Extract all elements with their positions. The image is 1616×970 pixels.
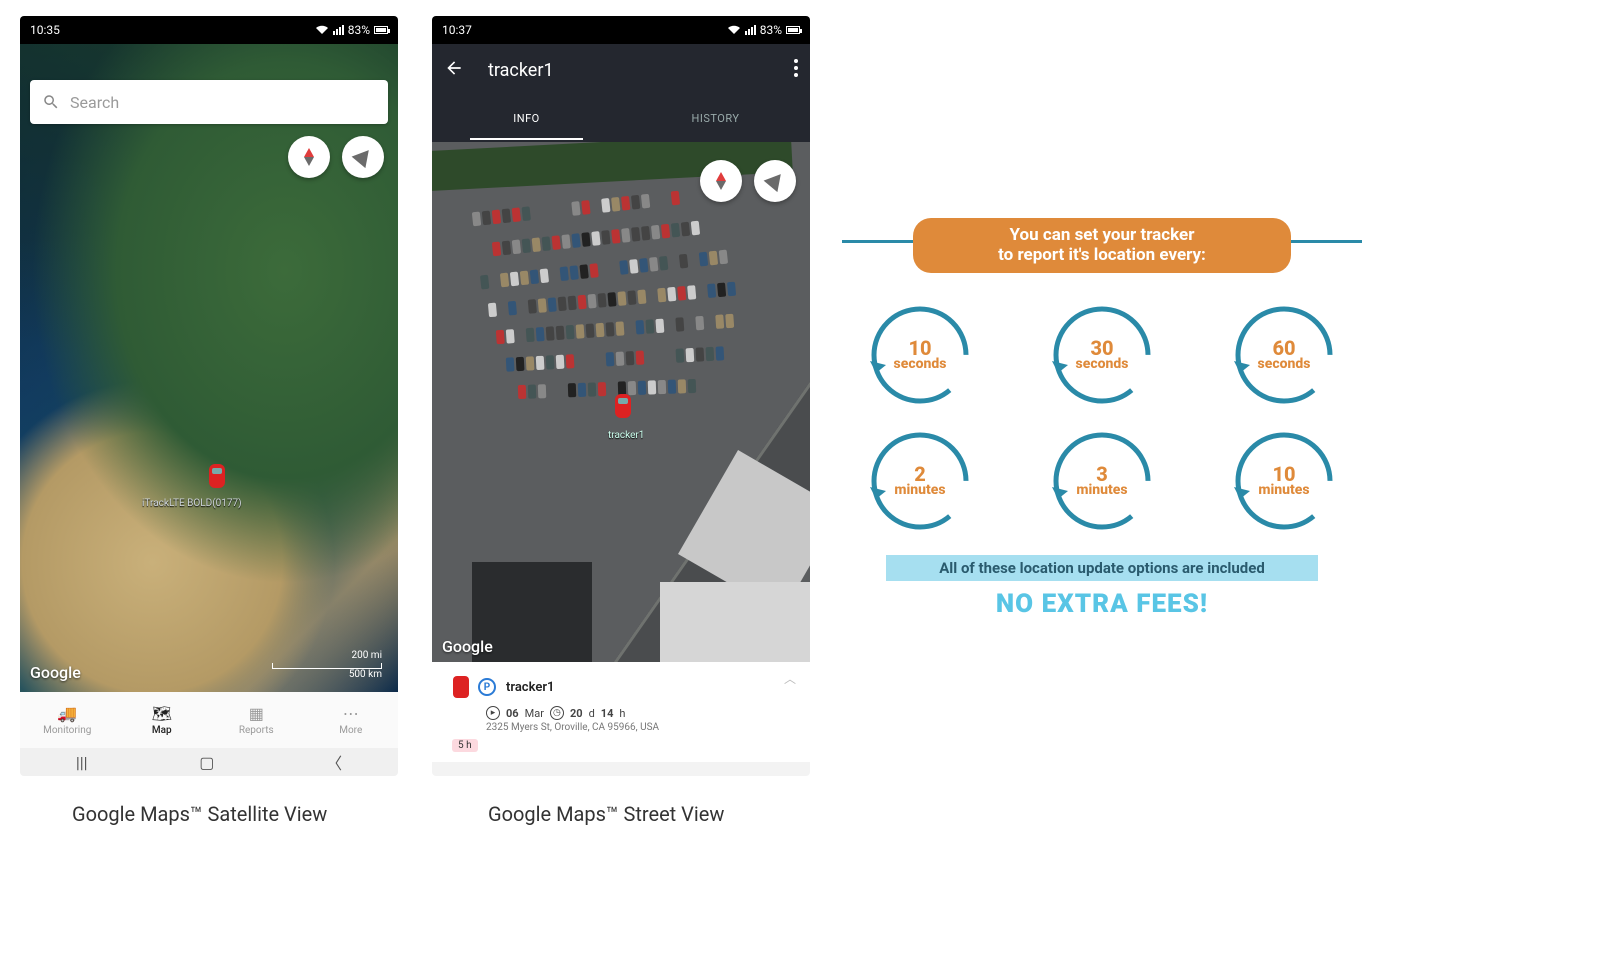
recent-button[interactable]: ||| — [76, 753, 88, 772]
car-icon — [453, 676, 469, 698]
compass-button[interactable] — [288, 136, 330, 178]
wifi-icon — [727, 25, 741, 35]
interval-option: 3minutes — [1050, 429, 1154, 533]
compass-icon — [300, 148, 318, 166]
search-placeholder: Search — [70, 93, 119, 112]
more-icon: ⋯ — [343, 704, 359, 723]
tracker-avatar — [446, 672, 476, 702]
interval-infographic: You can set your tracker to report it's … — [842, 218, 1362, 619]
signal-icon — [745, 25, 756, 35]
kebab-icon — [794, 59, 798, 77]
tracker-header: tracker1 INFO HISTORY — [432, 44, 810, 142]
interval-option: 2minutes — [868, 429, 972, 533]
tab-monitoring[interactable]: 🚚Monitoring — [20, 692, 115, 748]
interval-option: 10seconds — [868, 303, 972, 407]
tracker-marker[interactable] — [206, 464, 228, 494]
status-bar: 10:37 83% — [432, 16, 810, 44]
tab-more[interactable]: ⋯More — [304, 692, 399, 748]
tab-info[interactable]: INFO — [432, 96, 621, 140]
play-icon: ▸ — [486, 706, 500, 720]
status-bar: 10:35 83% — [20, 16, 398, 44]
locate-button[interactable] — [342, 136, 384, 178]
interval-option: 10minutes — [1232, 429, 1336, 533]
caption-street: Google Maps™ Street View — [488, 802, 724, 826]
locate-icon — [762, 168, 787, 193]
phone-street-view: 10:37 83% tracker1 INFO HISTORY — [432, 16, 810, 776]
battery-text: 83% — [760, 23, 782, 37]
signal-icon — [333, 25, 344, 35]
status-time: 10:35 — [30, 23, 60, 37]
google-logo: Google — [442, 637, 493, 656]
search-icon — [42, 93, 60, 111]
compass-button[interactable] — [700, 160, 742, 202]
battery-icon — [374, 26, 388, 34]
interval-option: 30seconds — [1050, 303, 1154, 407]
tracker-info-card[interactable]: ︿ P tracker1 ▸ 06Mar ◷ 20d 14h 2325 Myer… — [432, 662, 810, 762]
subline-bar: All of these location update options are… — [886, 555, 1318, 581]
caption-satellite: Google Maps™ Satellite View — [72, 802, 327, 826]
locate-icon — [350, 144, 375, 169]
tracker-label: iTrackLTE BOLD(0177) — [142, 498, 242, 509]
home-button[interactable]: ▢ — [199, 753, 214, 772]
interval-option: 60seconds — [1232, 303, 1336, 407]
no-extra-fees: NO EXTRA FEES! — [842, 589, 1362, 619]
back-arrow-button[interactable] — [444, 58, 464, 82]
duration-tag: 5 h — [452, 739, 478, 752]
wifi-icon — [315, 25, 329, 35]
locate-button[interactable] — [754, 160, 796, 202]
tracker-marker[interactable] — [612, 394, 634, 424]
headline-badge: You can set your tracker to report it's … — [913, 218, 1291, 273]
overflow-menu-button[interactable] — [794, 59, 798, 81]
closeup-map[interactable]: tracker1 Google — [432, 142, 810, 662]
map-scale: 200 mi 500 km — [272, 650, 382, 680]
satellite-map[interactable]: Search iTrackLTE BOLD(0177) Google 200 m… — [20, 44, 398, 692]
battery-text: 83% — [348, 23, 370, 37]
truck-icon: 🚚 — [57, 704, 77, 723]
battery-icon — [786, 26, 800, 34]
tab-reports[interactable]: ▦Reports — [209, 692, 304, 748]
tracker-label: tracker1 — [608, 430, 644, 441]
parking-badge: P — [478, 678, 496, 696]
map-icon: 🗺 — [152, 704, 172, 723]
bottom-tabs: 🚚Monitoring 🗺Map ▦Reports ⋯More — [20, 692, 398, 748]
tab-history[interactable]: HISTORY — [621, 96, 810, 140]
page-title: tracker1 — [488, 60, 554, 81]
chevron-up-icon: ︿ — [784, 670, 796, 687]
back-arrow-icon — [444, 58, 464, 78]
tab-map[interactable]: 🗺Map — [115, 692, 210, 748]
compass-icon — [712, 172, 730, 190]
phone-satellite-view: 10:35 83% Search iTrackLTE BOLD(0177) Go… — [20, 16, 398, 776]
tracker-address: 2325 Myers St, Oroville, CA 95966, USA — [486, 722, 796, 733]
search-input[interactable]: Search — [30, 80, 388, 124]
android-navbar: ||| ▢ 〈 — [20, 748, 398, 776]
status-time: 10:37 — [442, 23, 472, 37]
tracker-stats: ▸ 06Mar ◷ 20d 14h — [486, 706, 796, 720]
back-button[interactable]: 〈 — [326, 750, 342, 774]
google-logo: Google — [30, 663, 81, 682]
reports-icon: ▦ — [249, 704, 264, 723]
tracker-name: tracker1 — [506, 680, 554, 695]
clock-icon: ◷ — [550, 706, 564, 720]
